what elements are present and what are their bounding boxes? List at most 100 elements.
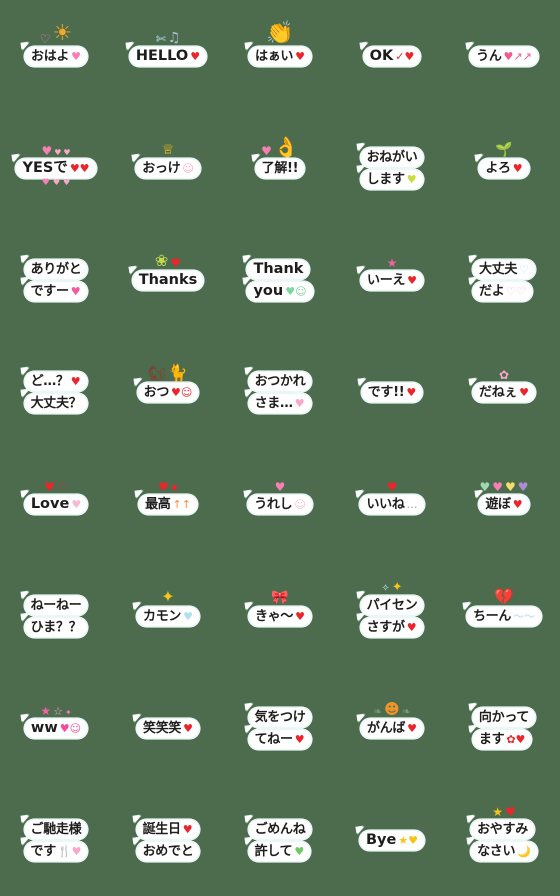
bubble-decoration: ♥ — [512, 497, 523, 511]
sticker-otsu[interactable]: 🐿 🐈 おつ ♥☺ — [112, 336, 224, 448]
green-leaf-icon: ❧ — [372, 705, 383, 718]
sticker-ryoukai[interactable]: ♥ 👌 了解!! — [224, 112, 336, 224]
sticker-dou-daijoubu[interactable]: ど…？ ♥ 大丈夫？ — [0, 336, 112, 448]
sticker-bubbles: ❀ ♥ Thanks — [132, 253, 204, 291]
pink-heart: ♥ — [41, 144, 53, 158]
sticker-ohayo[interactable]: ♡ ☀ おはよ ♥ — [0, 0, 112, 112]
clapping-hands-icon: 👏 — [266, 21, 294, 46]
sticker-bottom-ornaments: ♥ ♥ ♥ — [42, 179, 70, 188]
sticker-ok[interactable]: OK ✓♥ — [336, 0, 448, 112]
sticker-iine[interactable]: ♥ いいね… — [336, 448, 448, 560]
seedling-icon: 🌱 — [495, 142, 513, 158]
speech-bubble: YESで ♥♥ — [16, 158, 96, 178]
sticker-kya[interactable]: 🎀 きゃ〜 ♥ — [224, 560, 336, 672]
bubble-decoration: ♥ — [182, 822, 193, 836]
sticker-top-ornaments: ★ ♥ — [492, 806, 516, 818]
green-leaf-icon: ❧ — [401, 705, 412, 718]
speech-bubble: よろ ♥ — [479, 158, 529, 178]
sticker-hai[interactable]: 👏 はぁい ♥ — [224, 0, 336, 112]
bubble-text: Thank — [253, 260, 304, 277]
bubble-decoration: ♥ — [407, 273, 417, 287]
sticker-gomenne-yurushite[interactable]: ごめんね 許して ♥ — [224, 784, 336, 896]
orange-smiley-icon: ☻ — [384, 700, 400, 718]
bubble-text: カモン — [143, 608, 182, 624]
sticker-kamon[interactable]: ✦ カモン ♥ — [112, 560, 224, 672]
bubble-text: だよ — [479, 283, 505, 299]
sun-smiling-icon: ☀ — [52, 21, 73, 46]
sticker-bubbles: おねがい します ♥ — [360, 146, 424, 190]
red-heart-outline: ♡ — [57, 480, 68, 494]
speech-bubble: ちーん 〜〜 — [466, 606, 542, 626]
sticker-ganba[interactable]: ❧ ☻ ❧ がんば ♥ — [336, 672, 448, 784]
sticker-warawarawara[interactable]: 笑笑笑 ♥ — [112, 672, 224, 784]
bubble-text: 気をつけ — [254, 709, 306, 725]
sticker-kiwotsukete[interactable]: 気をつけ てねー ♥ — [224, 672, 336, 784]
sticker-hello[interactable]: ✄ ♫ HELLO ♥ — [112, 0, 224, 112]
sticker-bye[interactable]: Bye ★♥ — [336, 784, 448, 896]
clover-icon: ❀ — [154, 251, 169, 270]
sticker-bubbles: ど…？ ♥ 大丈夫？ — [24, 370, 88, 414]
sticker-top-ornaments: ♥ — [275, 481, 286, 493]
sticker-grid: ♡ ☀ おはよ ♥ ✄ ♫ HELLO ♥ 👏 はぁい ♥ OK ✓♥ うん ♥↗↗ ♥ ♥ ♥ YESで ♥♥ ♥ ♥ ♥… — [0, 0, 560, 896]
red-heart: ♥ — [158, 480, 169, 494]
bubble-text: 許して — [254, 843, 293, 859]
sticker-bubbles: ♥ 👌 了解!! — [255, 137, 305, 179]
sticker-arigato-desu[interactable]: ありがと ですー ♥ — [0, 224, 112, 336]
sticker-nene-hima[interactable]: ねーねー ひま？？ — [0, 560, 112, 672]
sticker-mukatte-masu[interactable]: 向かって ます ✿♥ — [448, 672, 560, 784]
sticker-iie[interactable]: ★ いーえ ♥ — [336, 224, 448, 336]
sticker-top-ornaments: 🐿 🐈 — [148, 363, 188, 382]
sticker-ureshi[interactable]: ♥ うれし ☺ — [224, 448, 336, 560]
bubble-text: ですー — [30, 283, 69, 299]
sticker-yoro[interactable]: 🌱 よろ ♥ — [448, 112, 560, 224]
sticker-saikou[interactable]: ♥ ♥ 最高 ↑↑ — [112, 448, 224, 560]
sticker-love[interactable]: ♥ ♡ Love ♥ — [0, 448, 112, 560]
bubble-decoration: ♥ — [294, 396, 305, 410]
sticker-okke[interactable]: ♕ おっけ ☺ — [112, 112, 224, 224]
sticker-dane[interactable]: ✿ だねぇ ♥ — [448, 336, 560, 448]
sticker-paisen-sasuga[interactable]: ✧ ✦ パイセン さすが ♥ — [336, 560, 448, 672]
speech-bubble: OK ✓♥ — [363, 46, 421, 66]
pink-heart: ♥ — [274, 480, 286, 494]
sticker-bubbles: ★ ♥ おやすみ なさい 🌙 — [471, 806, 537, 862]
sticker-onegai-shimasu[interactable]: おねがい します ♥ — [336, 112, 448, 224]
sticker-oyasuminasai[interactable]: ★ ♥ おやすみ なさい 🌙 — [448, 784, 560, 896]
bubble-text: うれし — [254, 496, 293, 512]
pink-star-small: ✦ — [64, 708, 72, 717]
sticker-top-ornaments: ✿ — [499, 369, 509, 381]
bubble-text: ちーん — [472, 608, 512, 624]
sticker-chin[interactable]: 💔 ちーん 〜〜 — [448, 560, 560, 672]
red-heart: ♥ — [505, 805, 516, 819]
sticker-tanjoubi-omedeto[interactable]: 誕生日 ♥ おめでと — [112, 784, 224, 896]
speech-bubble: おはよ ♥ — [25, 46, 87, 66]
sticker-bubbles: ♥ ♥ ♥ ♥ 遊ぼ ♥ — [479, 481, 529, 515]
sticker-asobo[interactable]: ♥ ♥ ♥ ♥ 遊ぼ ♥ — [448, 448, 560, 560]
sticker-thank-you[interactable]: Thank you ♥☺ — [224, 224, 336, 336]
bubble-text: おはよ — [31, 48, 70, 64]
speech-bubble: 遊ぼ ♥ — [479, 494, 529, 514]
sticker-thanks[interactable]: ❀ ♥ Thanks — [112, 224, 224, 336]
sticker-gochisousama[interactable]: ご馳走様 です 🍴♥ — [0, 784, 112, 896]
bubble-decoration: ♥ — [71, 49, 81, 63]
bubble-decoration: ♥ — [190, 49, 201, 63]
sticker-daijoubu-dayo[interactable]: 大丈夫 ♡ だよ ♡♡ — [448, 224, 560, 336]
cat-icon: 🐈 — [167, 363, 188, 382]
sticker-bubbles: Thank you ♥☺ — [247, 258, 313, 302]
speech-bubble: だよ ♡♡ — [473, 281, 533, 301]
sticker-otsukaresama[interactable]: おつかれ さま… ♥ — [224, 336, 336, 448]
speech-bubble: きゃ〜 ♥ — [249, 606, 311, 626]
sticker-desu[interactable]: です!! ♥ — [336, 336, 448, 448]
bubble-decoration: 〜〜 — [513, 609, 536, 623]
sticker-bubbles: 👏 はぁい ♥ — [249, 23, 311, 67]
bubble-decoration: 🌙 — [517, 844, 531, 858]
speech-bubble: 笑笑笑 ♥ — [137, 718, 199, 738]
speech-bubble: カモン ♥ — [137, 606, 199, 626]
bubble-text: おっけ — [142, 160, 181, 176]
sticker-bubbles: ねーねー ひま？？ — [24, 594, 88, 638]
bubble-decoration: ♥ — [406, 620, 417, 634]
sticker-top-ornaments: 💔 — [494, 589, 514, 605]
sticker-bubbles: ♕ おっけ ☺ — [136, 143, 200, 179]
sticker-www[interactable]: ★ ☆ ✦ ww ♥☺ — [0, 672, 112, 784]
sticker-yes[interactable]: ♥ ♥ ♥ YESで ♥♥ ♥ ♥ ♥ — [0, 112, 112, 224]
sticker-un[interactable]: うん ♥↗↗ — [448, 0, 560, 112]
